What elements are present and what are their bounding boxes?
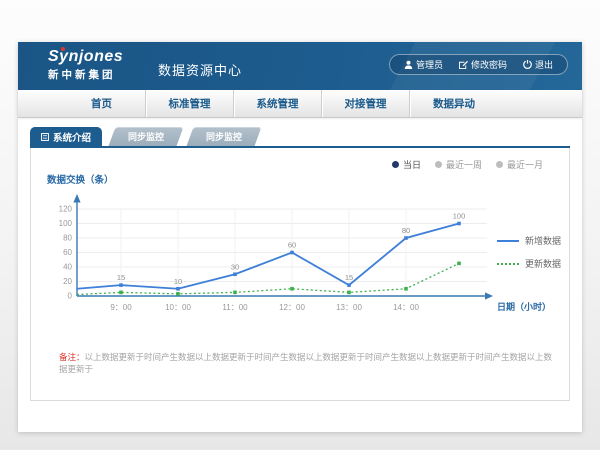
svg-text:60: 60 bbox=[288, 241, 296, 250]
legend-line-solid-icon bbox=[497, 240, 519, 242]
svg-text:20: 20 bbox=[63, 277, 72, 286]
tab-bar: 系统介绍 同步监控 同步监控 bbox=[18, 119, 582, 146]
tab-sync-monitor-2[interactable]: 同步监控 bbox=[187, 127, 262, 146]
time-range-filter: 当日 最近一周 最近一月 bbox=[392, 158, 543, 171]
legend-item-updated-data: 更新数据 bbox=[497, 257, 561, 270]
current-user-button[interactable]: 管理员 bbox=[396, 58, 451, 71]
radio-dot-icon bbox=[392, 161, 399, 168]
chart-legend: 新增数据 更新数据 bbox=[497, 234, 561, 270]
document-icon bbox=[41, 133, 49, 141]
tab-sync-monitor-1-label: 同步监控 bbox=[128, 130, 164, 143]
logo-subtitle: 新中新集团 bbox=[48, 67, 123, 82]
nav-item-home[interactable]: 首页 bbox=[58, 90, 146, 117]
page-title: 数据资源中心 bbox=[158, 60, 242, 79]
radio-last-week[interactable]: 最近一周 bbox=[435, 158, 482, 171]
brand-logo: Synjones 新中新集团 bbox=[48, 48, 123, 82]
svg-text:80: 80 bbox=[402, 226, 410, 235]
svg-text:100: 100 bbox=[453, 212, 466, 221]
chart-y-axis-title: 数据交换（条） bbox=[47, 172, 114, 186]
user-icon bbox=[404, 60, 413, 69]
svg-text:15: 15 bbox=[117, 273, 125, 282]
svg-text:11：00: 11：00 bbox=[222, 303, 248, 312]
svg-text:10: 10 bbox=[174, 277, 182, 286]
logo-text: Synjones bbox=[48, 48, 123, 66]
tab-sync-monitor-1[interactable]: 同步监控 bbox=[109, 127, 184, 146]
nav-item-standard-mgmt[interactable]: 标准管理 bbox=[146, 90, 234, 117]
nav-item-data-change[interactable]: 数据异动 bbox=[410, 90, 498, 117]
logo-main-text: Synjones bbox=[48, 48, 123, 65]
svg-text:40: 40 bbox=[63, 263, 72, 272]
radio-today[interactable]: 当日 bbox=[392, 158, 421, 171]
svg-text:60: 60 bbox=[63, 248, 72, 257]
svg-text:30: 30 bbox=[231, 262, 239, 271]
chart-panel: 当日 最近一周 最近一月 数据交换（条） 0 20 40 60 80 100 120 9：00… bbox=[30, 148, 570, 401]
footnote-prefix: 备注： bbox=[59, 352, 85, 362]
svg-text:15: 15 bbox=[345, 273, 353, 282]
legend-label-updated-data: 更新数据 bbox=[525, 257, 561, 270]
main-nav: 首页 标准管理 系统管理 对接管理 数据异动 bbox=[18, 90, 582, 118]
svg-text:120: 120 bbox=[59, 205, 73, 214]
page: Synjones 新中新集团 数据资源中心 管理员 修改密码 退出 首页 标准管… bbox=[18, 42, 582, 432]
tab-sync-monitor-2-label: 同步监控 bbox=[206, 130, 242, 143]
legend-label-new-data: 新增数据 bbox=[525, 234, 561, 247]
svg-text:0: 0 bbox=[68, 292, 73, 301]
nav-item-system-mgmt[interactable]: 系统管理 bbox=[234, 90, 322, 117]
radio-last-week-label: 最近一周 bbox=[446, 158, 482, 171]
svg-text:10：00: 10：00 bbox=[165, 303, 191, 312]
change-password-button[interactable]: 修改密码 bbox=[451, 58, 515, 71]
svg-text:12：00: 12：00 bbox=[279, 303, 305, 312]
svg-text:100: 100 bbox=[59, 219, 73, 228]
line-chart: 0 20 40 60 80 100 120 9：00 10：00 11：00 12：00 13：00 1… bbox=[39, 186, 554, 326]
current-user-label: 管理员 bbox=[416, 58, 443, 71]
footnote: 备注：以上数据更新于时间产生数据以上数据更新于时间产生数据以上数据更新于时间产生… bbox=[59, 352, 559, 376]
radio-last-month-label: 最近一月 bbox=[507, 158, 543, 171]
logo-accent-dot-icon bbox=[61, 47, 65, 51]
svg-text:80: 80 bbox=[63, 234, 72, 243]
radio-dot-icon bbox=[496, 161, 503, 168]
radio-last-month[interactable]: 最近一月 bbox=[496, 158, 543, 171]
svg-text:14：00: 14：00 bbox=[393, 303, 419, 312]
logout-label: 退出 bbox=[535, 58, 553, 71]
legend-line-dotted-icon bbox=[497, 263, 519, 265]
svg-text:9：00: 9：00 bbox=[110, 303, 132, 312]
radio-dot-icon bbox=[435, 161, 442, 168]
edit-icon bbox=[459, 60, 468, 69]
logout-button[interactable]: 退出 bbox=[515, 58, 561, 71]
nav-item-interface-mgmt[interactable]: 对接管理 bbox=[322, 90, 410, 117]
change-password-label: 修改密码 bbox=[471, 58, 507, 71]
legend-item-new-data: 新增数据 bbox=[497, 234, 561, 247]
header: Synjones 新中新集团 数据资源中心 管理员 修改密码 退出 bbox=[18, 42, 582, 90]
footnote-text: 以上数据更新于时间产生数据以上数据更新于时间产生数据以上数据更新于时间产生数据以… bbox=[59, 352, 552, 374]
user-toolbar: 管理员 修改密码 退出 bbox=[389, 54, 568, 75]
tab-system-intro-label: 系统介绍 bbox=[53, 130, 91, 144]
tab-system-intro[interactable]: 系统介绍 bbox=[30, 127, 102, 146]
svg-text:日期（小时）: 日期（小时） bbox=[497, 301, 551, 312]
radio-today-label: 当日 bbox=[403, 158, 421, 171]
svg-text:13：00: 13：00 bbox=[336, 303, 362, 312]
power-icon bbox=[523, 60, 532, 69]
